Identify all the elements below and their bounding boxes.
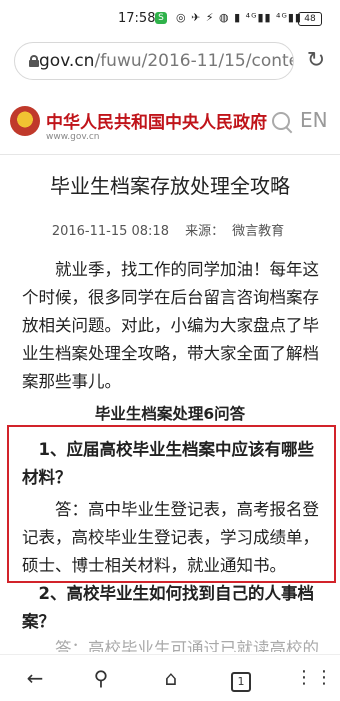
article-date: 2016-11-15 08:18: [51, 224, 169, 239]
url-host: gov.cn: [39, 51, 95, 71]
site-header: 中华人民共和国中央人民政府 www.gov.cn EN: [0, 92, 340, 155]
tabs-icon[interactable]: 1: [226, 663, 256, 693]
answer-2-partial: 答：高校毕业生可通过已就读高校的学校: [55, 639, 319, 652]
article-title: 毕业生档案存放处理全攻略: [50, 174, 290, 198]
search-icon[interactable]: [272, 112, 294, 134]
source-label: 来源： 微言教育: [185, 224, 285, 239]
search-nav-icon[interactable]: ⚲: [86, 663, 116, 693]
site-domain: www.gov.cn: [46, 132, 100, 142]
address-bar[interactable]: gov.cn/fuwu/2016-11/15/conten: [14, 42, 294, 80]
battery-icon: 48: [298, 12, 322, 26]
answer-1: 答：高中毕业生登记表，高考报名登记表，高校毕业生登记表，学习成绩单，硕士、博士相…: [22, 500, 319, 575]
article-meta: 2016-11-15 08:18 来源： 微言教育: [0, 220, 340, 239]
url-path: /fuwu/2016-11/15/conten: [94, 51, 294, 71]
status-icons: ◎ ✈ ⚡ ◍ ▮ ⁴ᴳ▮▮ ⁴ᴳ▮▮: [176, 11, 302, 24]
refresh-icon[interactable]: ↻: [303, 48, 329, 74]
back-icon[interactable]: ←: [20, 663, 50, 693]
more-icon[interactable]: ⋮⋮: [295, 663, 333, 693]
question-1: 1、应届高校毕业生档案中应该有哪些材料？: [22, 440, 314, 487]
bottom-nav: ← ⚲ ⌂ 1 ⋮⋮: [0, 654, 340, 701]
tabs-count: 1: [231, 672, 251, 692]
home-icon[interactable]: ⌂: [156, 663, 186, 693]
question-2: 2、高校毕业生如何找到自己的人事档案？: [22, 584, 314, 631]
status-time: 17:58: [118, 11, 156, 26]
article-intro: 就业季，找工作的同学加油！每年这个时候，很多同学在后台留言咨询档案存放相关问题。…: [22, 260, 319, 391]
section-heading: 毕业生档案处理6问答: [94, 405, 246, 423]
notification-app-icon: S: [155, 12, 167, 24]
site-title[interactable]: 中华人民共和国中央人民政府: [46, 108, 267, 133]
language-toggle[interactable]: EN: [300, 108, 328, 132]
status-bar: 17:58 S ◎ ✈ ⚡ ◍ ▮ ⁴ᴳ▮▮ ⁴ᴳ▮▮ 48: [0, 0, 340, 36]
url-text[interactable]: gov.cn/fuwu/2016-11/15/conten: [39, 51, 294, 71]
national-emblem-icon[interactable]: [10, 106, 40, 136]
article-source: 微言教育: [232, 224, 285, 239]
